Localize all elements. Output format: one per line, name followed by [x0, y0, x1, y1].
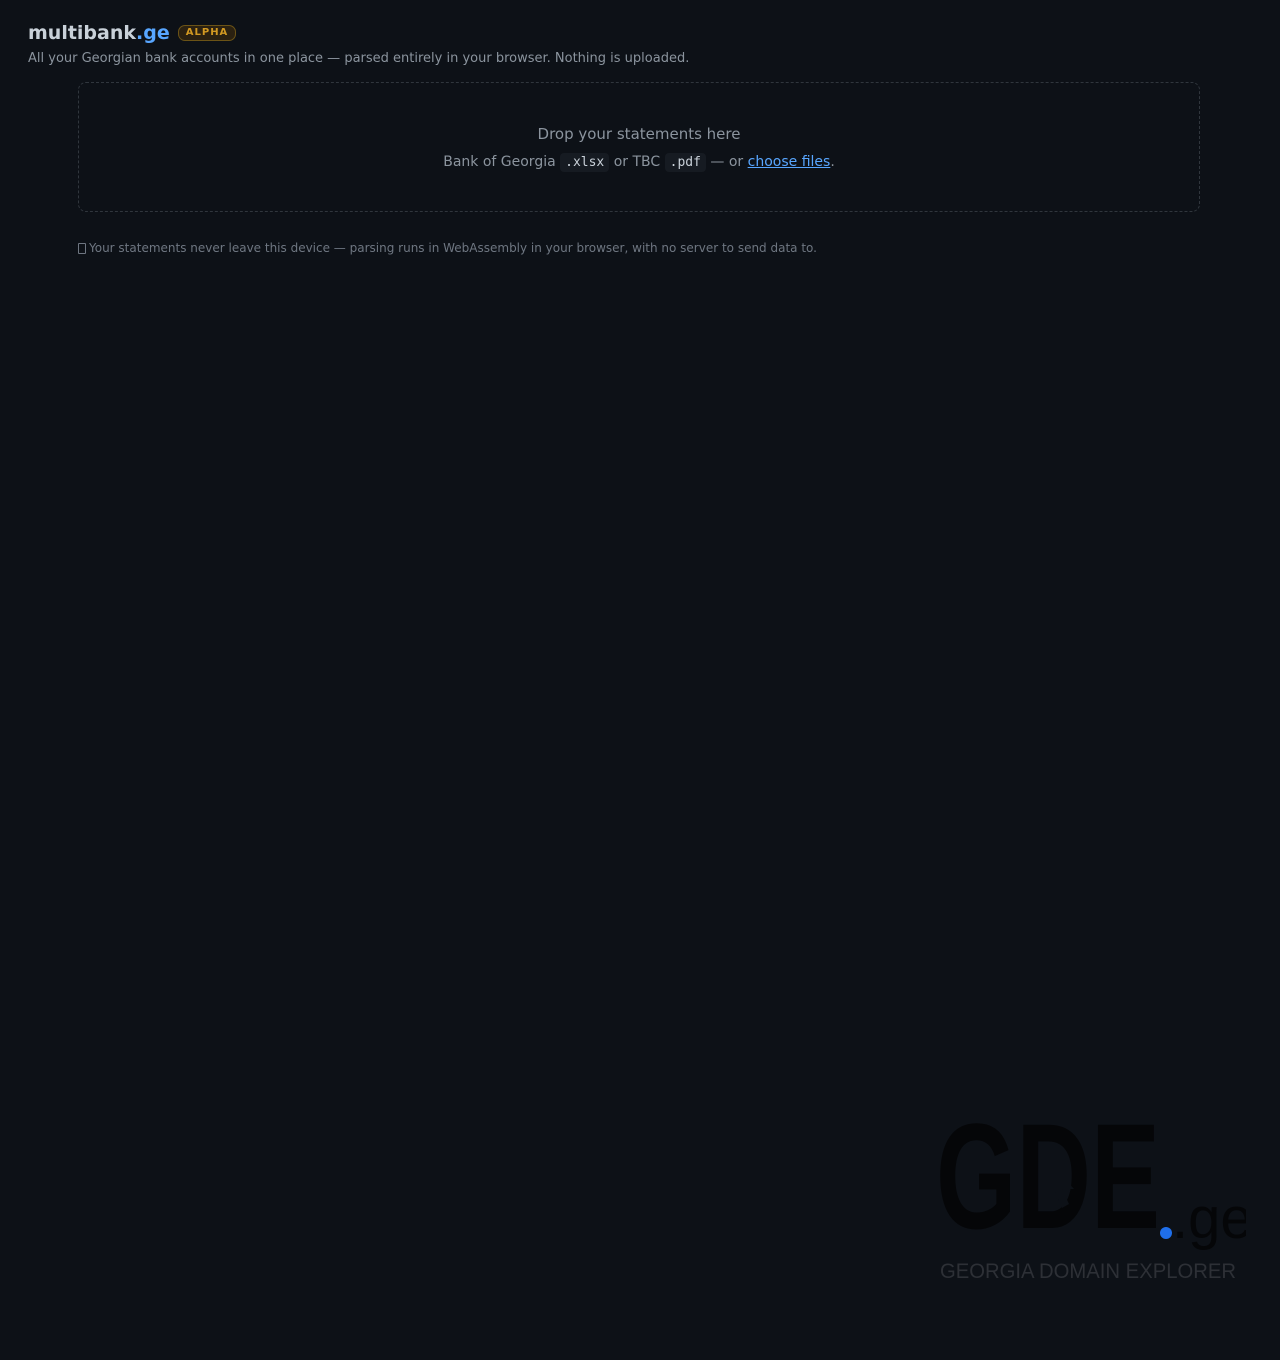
pdf-format: .pdf	[664, 153, 706, 172]
privacy-note: Your statements never leave this device …	[78, 240, 817, 256]
gde-tagline: GEORGIA DOMAIN EXPLORER	[940, 1260, 1236, 1283]
dropzone-period: .	[830, 154, 835, 170]
bank-of-georgia-label: Bank of Georgia	[443, 154, 556, 170]
brand-tld: .ge	[136, 22, 170, 44]
choose-files-link[interactable]: choose files	[748, 154, 831, 170]
tagline: All your Georgian bank accounts in one p…	[28, 51, 690, 66]
gde-watermark: GDE .ge GEORGIA DOMAIN EXPLORER	[936, 1108, 1246, 1288]
brand-name: multibank	[28, 22, 137, 44]
xlsx-format: .xlsx	[560, 153, 610, 172]
brand-row: multibank.ge ALPHA	[28, 20, 689, 46]
dropzone-subtitle: Bank of Georgia .xlsx or TBC .pdf — or c…	[79, 152, 1199, 173]
header: multibank.ge ALPHA All your Georgian ban…	[28, 20, 689, 68]
privacy-text: Your statements never leave this device …	[89, 241, 817, 255]
page: multibank.ge ALPHA All your Georgian ban…	[0, 0, 1280, 1360]
file-dropzone[interactable]: Drop your statements here Bank of Georgi…	[78, 82, 1200, 212]
or-text: — or	[710, 154, 744, 170]
alpha-badge: ALPHA	[177, 25, 237, 41]
brand-logo[interactable]: multibank.ge	[28, 20, 170, 46]
dropzone-title: Drop your statements here	[537, 125, 741, 143]
gde-dot	[1160, 1227, 1172, 1239]
gde-logo: GDE .ge GEORGIA DOMAIN EXPLORER	[936, 1108, 1246, 1283]
privacy-icon	[78, 242, 86, 254]
gde-tld: .ge	[1172, 1186, 1246, 1251]
tbc-label: or TBC	[613, 154, 661, 170]
